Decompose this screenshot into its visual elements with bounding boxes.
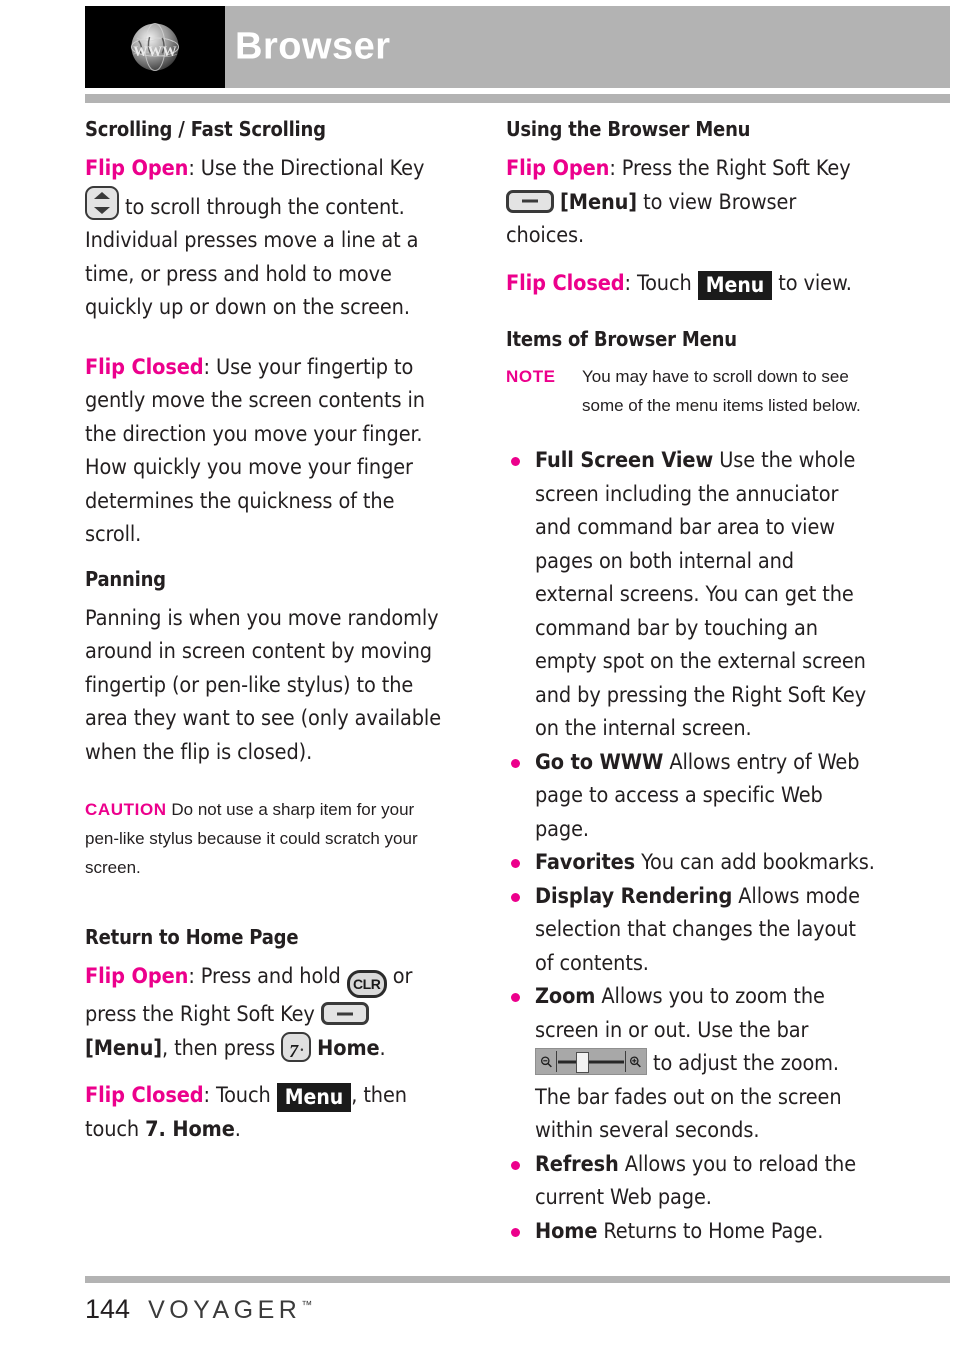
- home-flip-closed-a: : Touch: [203, 1083, 271, 1108]
- caution-label: CAUTION: [85, 800, 167, 819]
- directional-key-icon: [85, 185, 119, 220]
- home-menu-item-label: 7. Home: [145, 1116, 235, 1142]
- paragraph-home-flip-open: Flip Open: Press and hold CLR or press t…: [85, 960, 447, 1065]
- list-item: Favorites You can add bookmarks.: [506, 846, 878, 880]
- flip-closed-label: Flip Closed: [85, 1083, 204, 1108]
- home-flip-open-a: : Press and hold: [188, 964, 341, 989]
- menu-item-desc: Returns to Home Page.: [603, 1218, 824, 1244]
- flip-open-label: Flip Open: [85, 156, 189, 181]
- right-column: Using the Browser Menu Flip Open: Press …: [506, 116, 878, 1248]
- flip-closed-label: Flip Closed: [85, 354, 204, 380]
- paragraph-menu-flip-closed: Flip Closed: Touch Menu to view.: [506, 267, 878, 301]
- brand-wordmark: VOYAGER™: [148, 1296, 312, 1325]
- home-flip-open-f: .: [379, 1035, 386, 1061]
- paragraph-home-flip-closed: Flip Closed: Touch Menu, then touch 7. H…: [85, 1079, 447, 1146]
- flip-closed-text: : Use your fingertip to gently move the …: [85, 354, 425, 548]
- menu-flip-closed-a: : Touch: [624, 270, 692, 296]
- right-soft-key-icon: [506, 189, 554, 213]
- header-icon-box: WWW: [85, 6, 225, 88]
- header-divider-rule: [85, 94, 950, 103]
- heading-items-of-browser-menu: Items of Browser Menu: [506, 327, 737, 351]
- caution-block: CAUTION Do not use a sharp item for your…: [85, 795, 447, 882]
- list-item: Display Rendering Allows mode selection …: [506, 880, 878, 981]
- paragraph-flip-closed-scrolling: Flip Closed: Use your fingertip to gentl…: [85, 351, 447, 552]
- number-key-7-icon: 7 •: [281, 1031, 312, 1062]
- menu-flip-open-a: : Press the Right Soft Key: [609, 156, 851, 181]
- list-item: Go to WWW Allows entry of Web page to ac…: [506, 746, 878, 847]
- clr-key-icon: CLR: [346, 970, 387, 998]
- menu-item-name: Full Screen View: [535, 448, 714, 473]
- paragraph-menu-flip-open: Flip Open: Press the Right Soft Key [Men…: [506, 152, 878, 253]
- note-label: NOTE: [506, 367, 556, 386]
- paragraph-flip-open-scrolling: Flip Open: Use the Directional Key to sc…: [85, 152, 447, 325]
- left-column: Scrolling / Fast Scrolling Flip Open: Us…: [85, 116, 447, 1160]
- flip-open-label: Flip Open: [506, 156, 610, 181]
- note-text: You may have to scroll down to see some …: [582, 367, 861, 415]
- menu-flip-closed-b: to view.: [778, 270, 852, 296]
- heading-scrolling-fast-scrolling: Scrolling / Fast Scrolling: [85, 117, 326, 141]
- page-number: 144: [85, 1294, 131, 1324]
- flip-closed-label: Flip Closed: [506, 270, 625, 296]
- menu-item-desc: You can add bookmarks.: [641, 850, 875, 875]
- zoom-slider-bar-icon: [535, 1048, 647, 1075]
- list-item: Home Returns to Home Page.: [506, 1215, 878, 1249]
- trademark-symbol: ™: [301, 1299, 313, 1312]
- menu-item-name: Go to WWW: [535, 749, 664, 775]
- menu-item-name: Refresh: [535, 1151, 619, 1177]
- page-footer: 144 VOYAGER™: [85, 1294, 312, 1325]
- heading-return-to-home-page: Return to Home Page: [85, 925, 299, 949]
- paragraph-panning: Panning is when you move randomly around…: [85, 605, 442, 765]
- menu-touch-button[interactable]: Menu: [697, 270, 773, 300]
- menu-item-name: Home: [535, 1218, 598, 1244]
- flip-open-text-a: : Use the Directional Key: [188, 156, 425, 181]
- flip-open-label: Flip Open: [85, 964, 189, 989]
- menu-item-name: Display Rendering: [535, 883, 733, 909]
- svg-text:WWW: WWW: [133, 44, 177, 60]
- flip-open-text-b: to scroll through the content. Individua…: [85, 194, 419, 321]
- browser-menu-item-list: Full Screen View Use the whole screen in…: [506, 444, 878, 1248]
- zoom-in-magnifier-icon: [629, 1055, 641, 1067]
- menu-bracket-label: [Menu]: [560, 189, 638, 215]
- note-block: NOTE You may have to scroll down to see …: [506, 362, 878, 420]
- brand-name: VOYAGER: [148, 1296, 302, 1324]
- globe-www-icon: WWW: [130, 22, 180, 72]
- footer-divider-rule: [85, 1276, 950, 1283]
- page-header: WWW Browser: [85, 6, 950, 88]
- list-item: Full Screen View Use the whole screen in…: [506, 444, 878, 746]
- menu-item-name: Zoom: [535, 984, 596, 1009]
- list-item: Refresh Allows you to reload the current…: [506, 1148, 878, 1215]
- home-flip-open-d: , then press: [162, 1035, 276, 1061]
- heading-panning: Panning: [85, 566, 166, 591]
- list-item: Zoom Allows you to zoom the screen in or…: [506, 980, 878, 1148]
- menu-item-name: Favorites: [535, 850, 636, 875]
- right-soft-key-icon: [320, 1002, 369, 1025]
- heading-using-the-browser-menu: Using the Browser Menu: [506, 117, 751, 141]
- zoom-out-magnifier-icon: [540, 1055, 552, 1067]
- home-flip-closed-d: .: [234, 1116, 241, 1142]
- menu-bracket-label: [Menu]: [85, 1035, 163, 1061]
- page-title: Browser: [235, 25, 391, 68]
- menu-touch-button[interactable]: Menu: [276, 1083, 352, 1112]
- menu-item-desc: Use the whole screen including the annuc…: [535, 448, 867, 741]
- home-keyword: Home: [317, 1035, 380, 1061]
